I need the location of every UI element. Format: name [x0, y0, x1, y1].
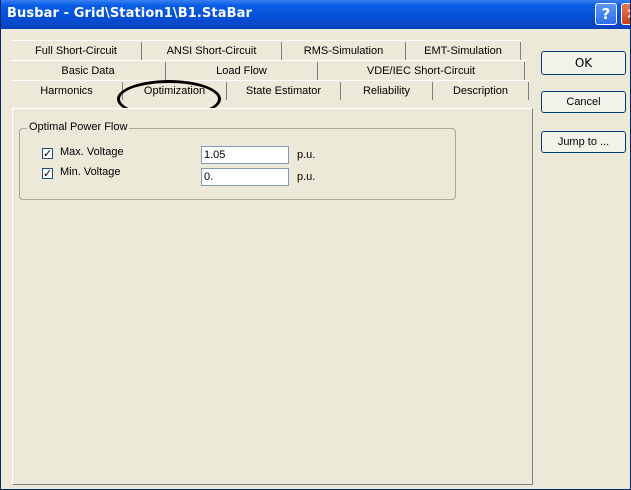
- cancel-button[interactable]: Cancel: [541, 91, 626, 113]
- tab-rms-simulation[interactable]: RMS-Simulation: [282, 42, 406, 60]
- title-bar[interactable]: Busbar - Grid\Station1\B1.StaBar ? ✕: [1, 0, 630, 29]
- tab-ansi-short-circuit[interactable]: ANSI Short-Circuit: [142, 42, 282, 60]
- checkmark-icon: ✓: [43, 167, 53, 180]
- window-title: Busbar - Grid\Station1\B1.StaBar: [7, 6, 252, 21]
- help-icon: ?: [601, 5, 611, 23]
- min-voltage-input[interactable]: 0.: [201, 168, 289, 186]
- tab-harmonics[interactable]: Harmonics: [11, 82, 123, 100]
- close-icon: ✕: [626, 5, 630, 23]
- tab-vde-iec-short-circuit[interactable]: VDE/IEC Short-Circuit: [318, 62, 525, 80]
- tab-row-1-top-edge: [11, 40, 521, 41]
- tab-row-2-top-edge: [11, 60, 525, 61]
- tab-load-flow[interactable]: Load Flow: [166, 62, 318, 80]
- min-voltage-label: Min. Voltage: [60, 166, 121, 178]
- optimal-power-flow-label: Optimal Power Flow: [27, 121, 130, 133]
- optimal-power-flow-group: [19, 128, 456, 200]
- max-voltage-unit: p.u.: [297, 149, 316, 161]
- max-voltage-input[interactable]: 1.05: [201, 146, 289, 164]
- tab-optimization[interactable]: Optimization: [123, 82, 227, 100]
- checkmark-icon: ✓: [43, 147, 53, 160]
- dialog-window: Busbar - Grid\Station1\B1.StaBar ? ✕ Ful…: [0, 0, 631, 490]
- jump-to-button[interactable]: Jump to ...: [541, 131, 626, 153]
- close-button[interactable]: ✕: [621, 3, 630, 25]
- tab-full-short-circuit[interactable]: Full Short-Circuit: [11, 42, 142, 60]
- tab-state-estimator[interactable]: State Estimator: [227, 82, 341, 100]
- help-button[interactable]: ?: [595, 3, 617, 25]
- min-voltage-checkbox[interactable]: ✓: [42, 168, 53, 179]
- tab-description[interactable]: Description: [433, 82, 529, 100]
- tab-row-3-top-edge: [11, 80, 529, 81]
- tab-reliability[interactable]: Reliability: [341, 82, 433, 100]
- ok-button[interactable]: OK: [541, 51, 626, 75]
- min-voltage-unit: p.u.: [297, 171, 316, 183]
- max-voltage-label: Max. Voltage: [60, 146, 124, 158]
- tab-emt-simulation[interactable]: EMT-Simulation: [406, 42, 521, 60]
- max-voltage-checkbox[interactable]: ✓: [42, 148, 53, 159]
- tab-strip: Full Short-Circuit ANSI Short-Circuit RM…: [1, 29, 530, 111]
- tab-basic-data[interactable]: Basic Data: [11, 62, 166, 80]
